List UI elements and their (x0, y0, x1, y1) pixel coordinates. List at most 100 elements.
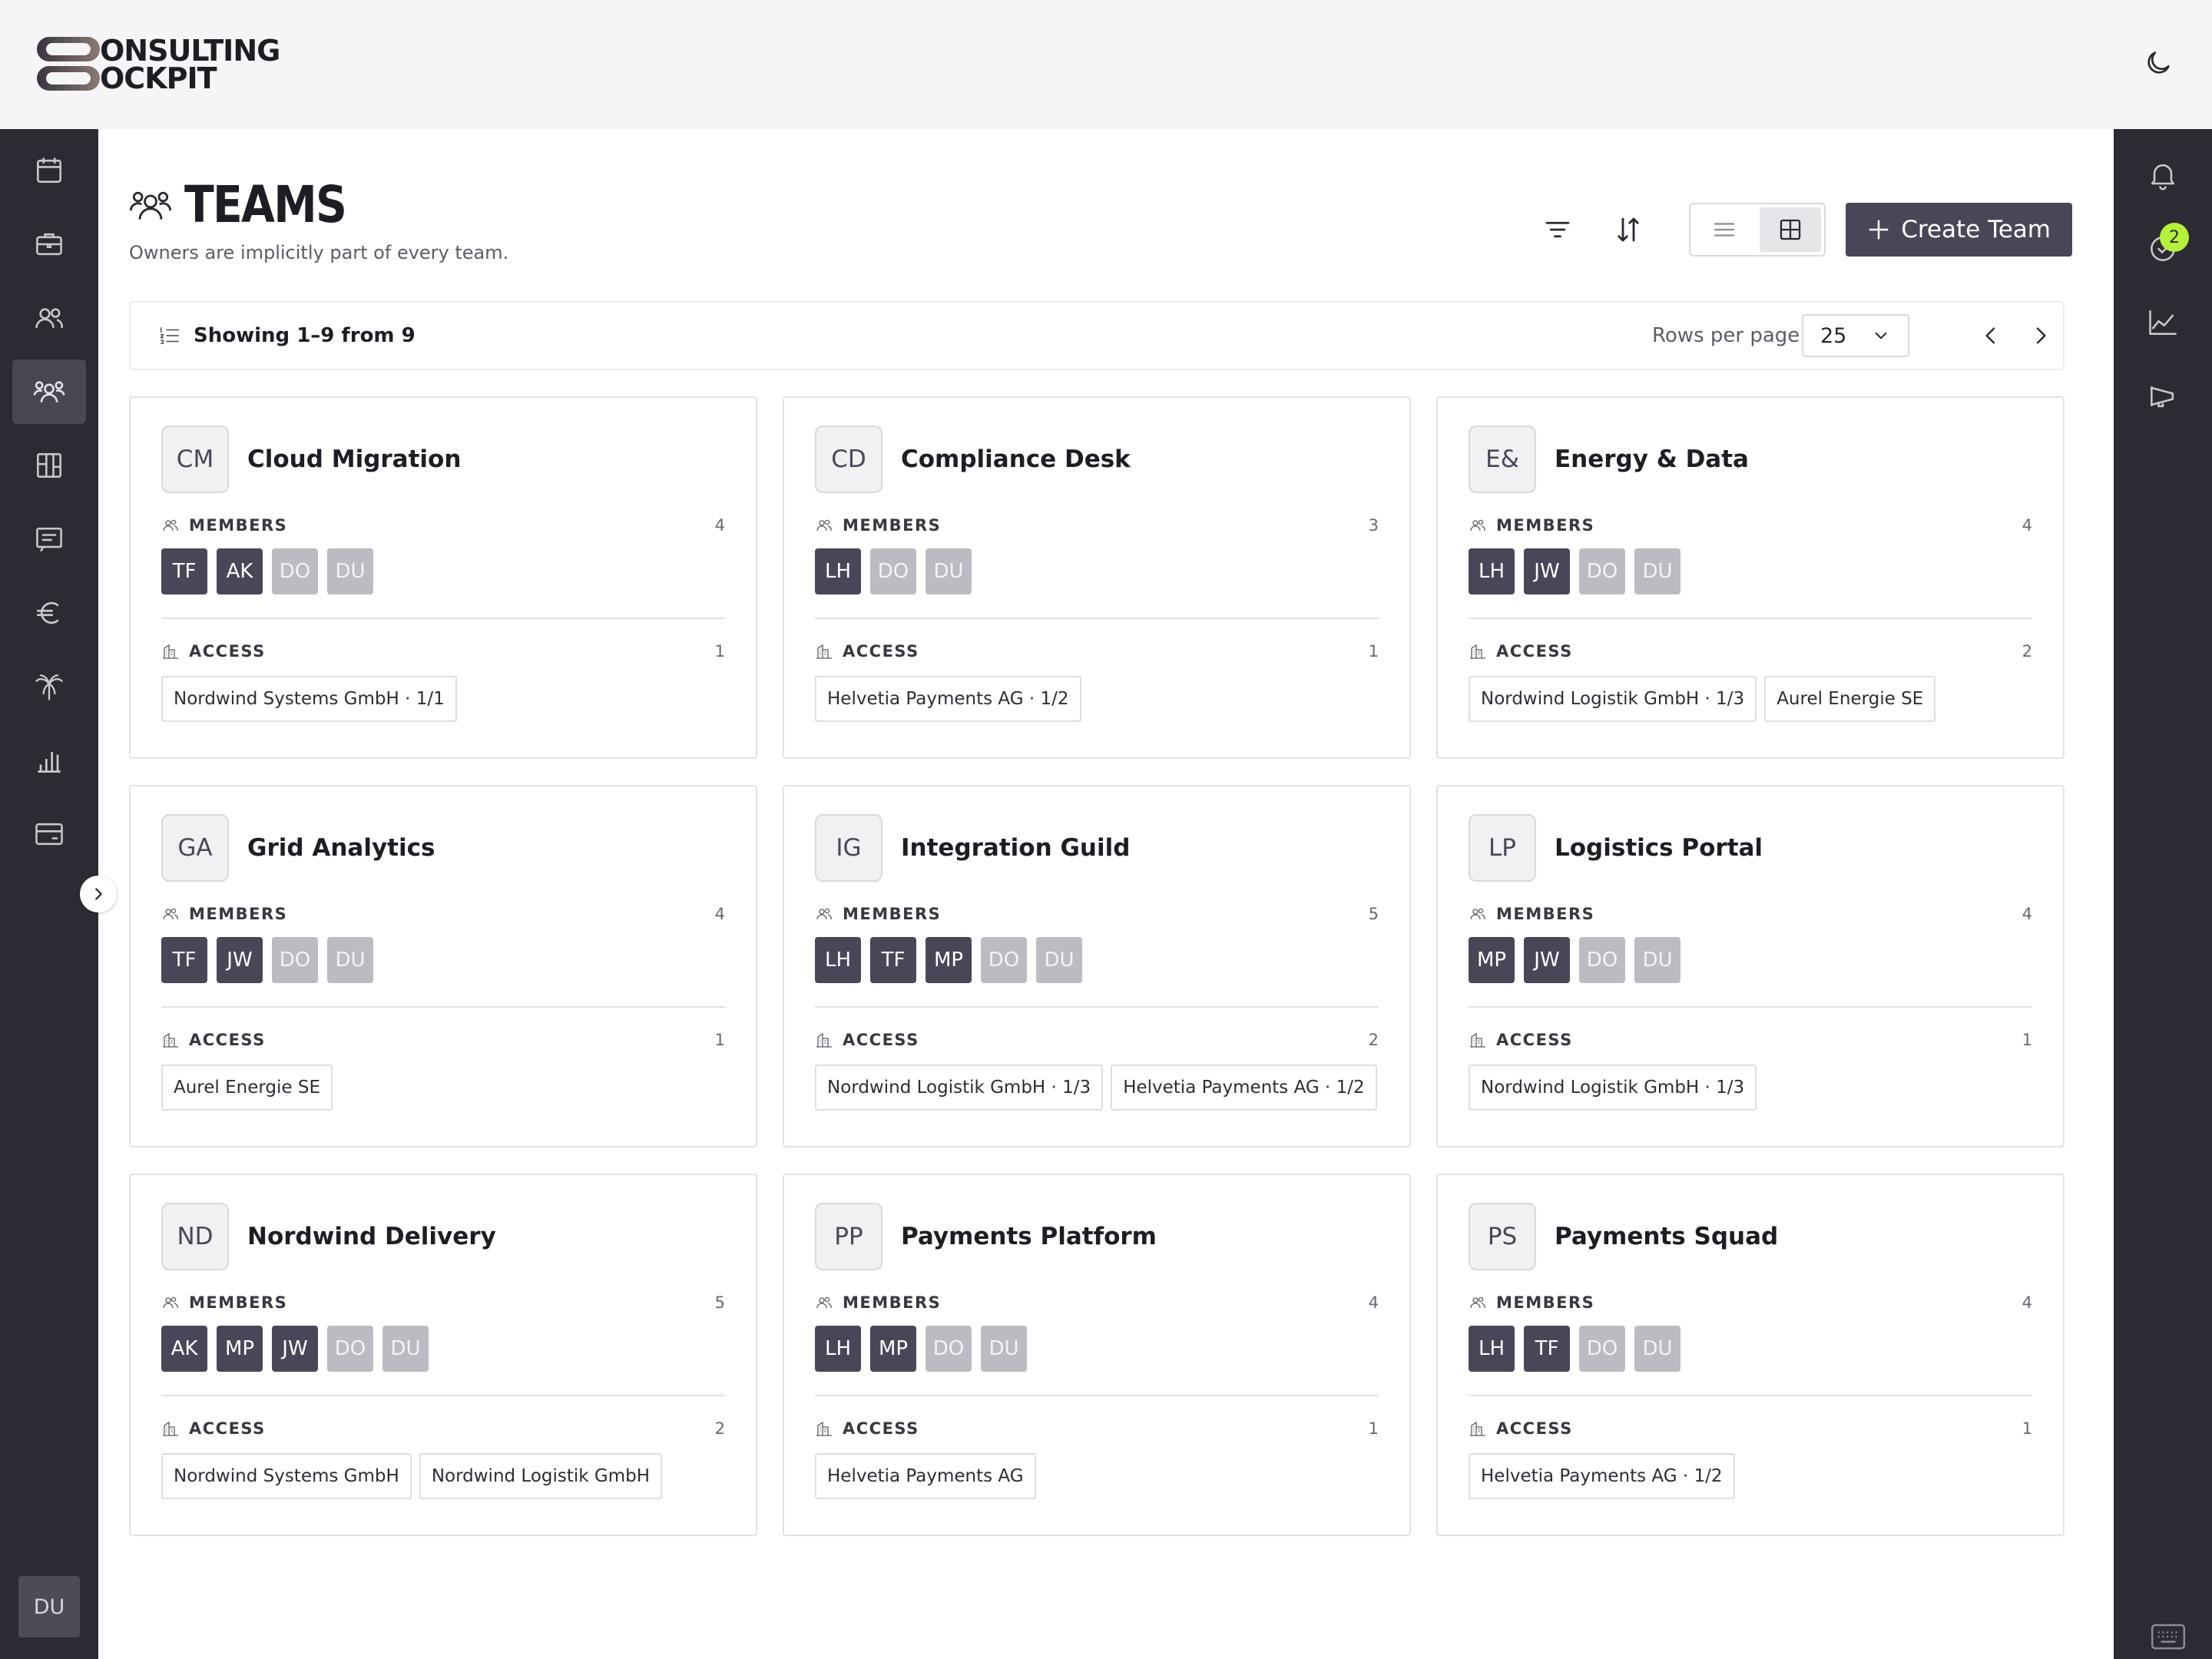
member-avatar[interactable]: DU (327, 937, 373, 983)
filter-button[interactable] (1531, 203, 1584, 257)
team-card[interactable]: GA Grid Analytics MEMBERS 4 TFJWDODU (129, 785, 757, 1147)
member-avatar[interactable]: AK (161, 1326, 207, 1372)
team-name[interactable]: Nordwind Delivery (247, 1223, 496, 1250)
member-avatar[interactable]: DU (926, 548, 972, 594)
sidebar-item-calendar[interactable] (12, 138, 86, 203)
member-avatar[interactable]: MP (926, 937, 972, 983)
member-avatar[interactable]: DU (1634, 548, 1681, 594)
sidebar-item-briefcase[interactable] (12, 212, 86, 276)
member-avatar[interactable]: JW (1524, 548, 1570, 594)
sidebar-expand-button[interactable] (80, 876, 117, 912)
team-card[interactable]: CM Cloud Migration MEMBERS 4 TFAKDODU (129, 396, 757, 759)
member-avatar[interactable]: MP (217, 1326, 263, 1372)
sidebar-item-message[interactable] (12, 507, 86, 571)
member-avatar[interactable]: DO (981, 937, 1027, 983)
team-name[interactable]: Payments Platform (901, 1223, 1157, 1250)
member-avatar[interactable]: DO (1579, 548, 1625, 594)
member-avatar[interactable]: DU (327, 548, 373, 594)
team-name[interactable]: Compliance Desk (901, 445, 1131, 473)
team-card[interactable]: ND Nordwind Delivery MEMBERS 5 AK MP JW DO D… (129, 1174, 757, 1536)
next-page-button[interactable] (2019, 314, 2062, 357)
credit-card-icon (35, 823, 63, 846)
access-tags: Nordwind Logistik GmbH · 1/3 Aurel Energi… (1469, 676, 2032, 722)
member-avatar[interactable]: DU (1634, 1326, 1681, 1372)
member-avatar[interactable]: LH (1469, 1326, 1515, 1372)
member-avatar[interactable]: DU (1634, 937, 1681, 983)
member-avatar[interactable]: DU (382, 1326, 429, 1372)
sidebar-item-credit-card[interactable] (12, 802, 86, 866)
members-label: MEMBERS (843, 516, 942, 535)
team-name[interactable]: Energy & Data (1555, 445, 1749, 473)
sidebar-item-board[interactable] (12, 433, 86, 498)
access-tags: Helvetia Payments AG · 1/2 (815, 676, 1379, 722)
member-avatar[interactable]: MP (1469, 937, 1515, 983)
access-count: 1 (1368, 1419, 1379, 1438)
sidebar-item-palm[interactable] (12, 654, 86, 719)
member-avatar[interactable]: DU (981, 1326, 1027, 1372)
team-name[interactable]: Grid Analytics (247, 834, 435, 862)
list-view-button[interactable] (1694, 207, 1755, 252)
team-card[interactable]: IG Integration Guild MEMBERS 5 LH TF MP DO D… (783, 785, 1411, 1147)
member-avatar[interactable]: TF (161, 937, 207, 983)
access-tag: Helvetia Payments AG · 1/2 (1111, 1065, 1377, 1111)
member-avatar[interactable]: DU (1036, 937, 1082, 983)
team-card[interactable]: E& Energy & Data MEMBERS 4 LH JW DO DU A… (1436, 396, 2065, 759)
member-avatar[interactable]: TF (161, 548, 207, 594)
announcements-button[interactable] (2135, 369, 2190, 424)
right-sidebar: 2 (2114, 129, 2212, 1659)
sidebar-item-bar-chart[interactable] (12, 728, 86, 793)
logo[interactable]: ONSULTING OCKPIT (35, 34, 281, 95)
notifications-button[interactable] (2135, 147, 2190, 203)
analytics-button[interactable] (2135, 295, 2190, 350)
members-header: MEMBERS 3 (815, 516, 1379, 535)
member-avatar[interactable]: LH (1469, 548, 1515, 594)
member-avatar[interactable]: DO (870, 548, 916, 594)
access-tag: Nordwind Systems GmbH (161, 1453, 412, 1499)
rows-per-page-select[interactable]: 25 (1802, 314, 1909, 357)
members-header: MEMBERS 4 (815, 1293, 1379, 1312)
sidebar-item-teams[interactable] (12, 359, 86, 424)
team-card[interactable]: LP Logistics Portal MEMBERS 4 MP JW DO DU (1436, 785, 2065, 1147)
grid-view-button[interactable] (1760, 207, 1822, 252)
team-name[interactable]: Cloud Migration (247, 445, 461, 473)
member-avatar[interactable]: DO (926, 1326, 972, 1372)
member-avatar[interactable]: DO (1579, 937, 1625, 983)
member-avatar[interactable]: TF (870, 937, 916, 983)
chevron-down-icon (1875, 332, 1887, 339)
create-team-label: Create Team (1901, 216, 2051, 243)
member-avatar[interactable]: AK (217, 548, 263, 594)
member-count: 5 (714, 1293, 725, 1312)
create-team-button[interactable]: Create Team (1846, 203, 2072, 257)
user-avatar[interactable]: DU (18, 1576, 80, 1637)
team-card[interactable]: PP Payments Platform MEMBERS 4 LH MP DO DU (783, 1174, 1411, 1536)
view-toggle (1689, 203, 1826, 257)
member-avatar[interactable]: MP (870, 1326, 916, 1372)
sort-button[interactable] (1601, 203, 1655, 257)
team-card[interactable]: PS Payments Squad MEMBERS 4 LHTFDODU (1436, 1174, 2065, 1536)
building-icon (1470, 1032, 1485, 1048)
results-summary: Showing 1–9 from 9 (158, 324, 416, 347)
member-avatar[interactable]: JW (217, 937, 263, 983)
member-avatar[interactable]: TF (1524, 1326, 1570, 1372)
member-avatar[interactable]: DO (272, 937, 318, 983)
member-avatar[interactable]: DO (272, 548, 318, 594)
team-name[interactable]: Integration Guild (901, 834, 1130, 862)
team-name[interactable]: Logistics Portal (1555, 834, 1763, 862)
card-divider (815, 1006, 1379, 1008)
member-avatar[interactable]: DO (1579, 1326, 1625, 1372)
sidebar-item-euro[interactable] (12, 581, 86, 645)
theme-toggle-button[interactable] (2140, 45, 2177, 81)
tasks-button[interactable]: 2 (2135, 221, 2190, 276)
team-name[interactable]: Payments Squad (1555, 1223, 1778, 1250)
moon-icon (2147, 51, 2170, 74)
keyboard-icon[interactable] (2151, 1624, 2186, 1650)
previous-page-button[interactable] (1969, 314, 2012, 357)
team-card[interactable]: CD Compliance Desk MEMBERS 3 LH DO DU AC… (783, 396, 1411, 759)
member-avatar[interactable]: LH (815, 937, 861, 983)
member-avatar[interactable]: JW (272, 1326, 318, 1372)
member-avatar[interactable]: LH (815, 1326, 861, 1372)
member-avatar[interactable]: JW (1524, 937, 1570, 983)
sidebar-item-people[interactable] (12, 286, 86, 350)
member-avatar[interactable]: DO (327, 1326, 373, 1372)
member-avatar[interactable]: LH (815, 548, 861, 594)
